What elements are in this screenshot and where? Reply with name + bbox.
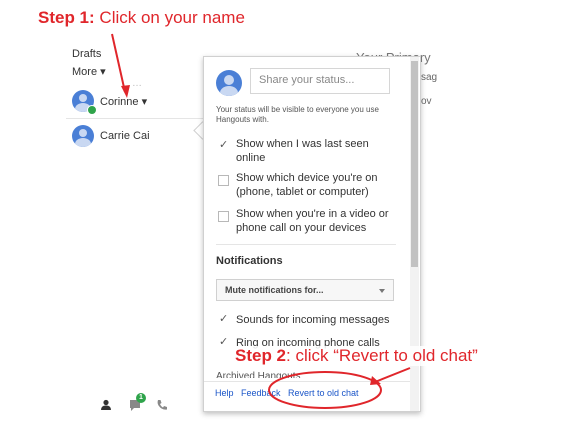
person-icon[interactable] (100, 399, 112, 411)
hangouts-bottom-bar: 1 (94, 393, 174, 415)
step2-highlight (268, 367, 411, 409)
notification-badge: 1 (136, 393, 146, 403)
phone-icon[interactable] (156, 399, 168, 411)
